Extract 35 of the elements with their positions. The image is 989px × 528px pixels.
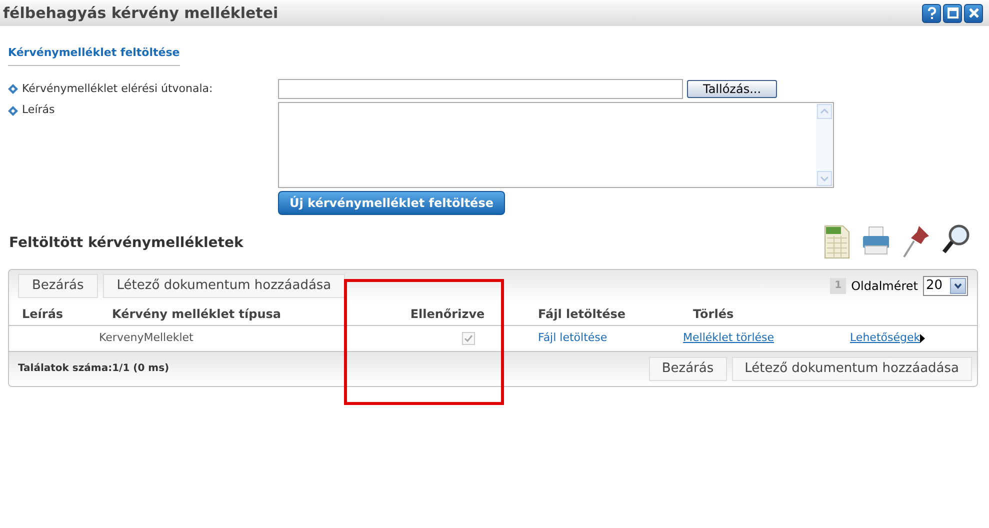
- triangle-icon: [920, 334, 926, 342]
- footer-button[interactable]: Bezárás: [648, 356, 727, 380]
- page-size-label: Oldalméret: [851, 278, 918, 294]
- toolbar-button[interactable]: Létező dokumentum hozzáadása: [102, 274, 346, 298]
- column-header[interactable]: Leírás: [9, 304, 99, 322]
- spreadsheet-icon[interactable]: [823, 224, 851, 260]
- close-button[interactable]: [964, 4, 983, 22]
- table-cell: KervenyMelleklet: [99, 330, 194, 344]
- section-heading: Kérvénymelléklet feltöltése: [8, 45, 180, 66]
- page-size-dropdown[interactable]: 20: [923, 276, 968, 296]
- diamond-icon: [8, 84, 18, 94]
- column-header[interactable]: Ellenőrizve: [370, 304, 525, 322]
- footer-button[interactable]: Létező dokumentum hozzáadása: [732, 356, 972, 380]
- options-link[interactable]: Lehetőségek: [850, 330, 920, 346]
- results-count: Találatok száma:1/1 (0 ms): [18, 362, 170, 376]
- scroll-bar[interactable]: [816, 102, 833, 186]
- delete-link[interactable]: Melléklet törlése: [683, 330, 774, 344]
- window-title: félbehagyás kérvény mellékletei: [3, 2, 278, 24]
- upload-button[interactable]: Új kérvénymelléklet feltöltése: [278, 190, 505, 214]
- download-link[interactable]: Fájl letöltése: [538, 330, 608, 344]
- toolbar-button[interactable]: Bezárás: [18, 274, 98, 298]
- pushpin-icon[interactable]: [901, 224, 931, 260]
- diamond-icon: [8, 106, 18, 116]
- browse-button[interactable]: Tallózás...: [687, 80, 777, 98]
- field-label: Kérvénymelléklet elérési útvonala:: [22, 80, 213, 97]
- close-icon: [966, 6, 980, 20]
- section-title: Feltöltött kérvénymellékletek: [9, 234, 244, 252]
- maximize-icon: [946, 6, 960, 20]
- column-header[interactable]: Törlés: [680, 304, 850, 322]
- column-header[interactable]: Fájl letöltése: [525, 304, 680, 322]
- help-button[interactable]: [922, 4, 941, 22]
- path-input-field[interactable]: [278, 78, 683, 98]
- column-header[interactable]: Kérvény melléklet típusa: [99, 304, 370, 322]
- maximize-button[interactable]: [943, 4, 962, 22]
- field-label: Leírás: [22, 102, 55, 118]
